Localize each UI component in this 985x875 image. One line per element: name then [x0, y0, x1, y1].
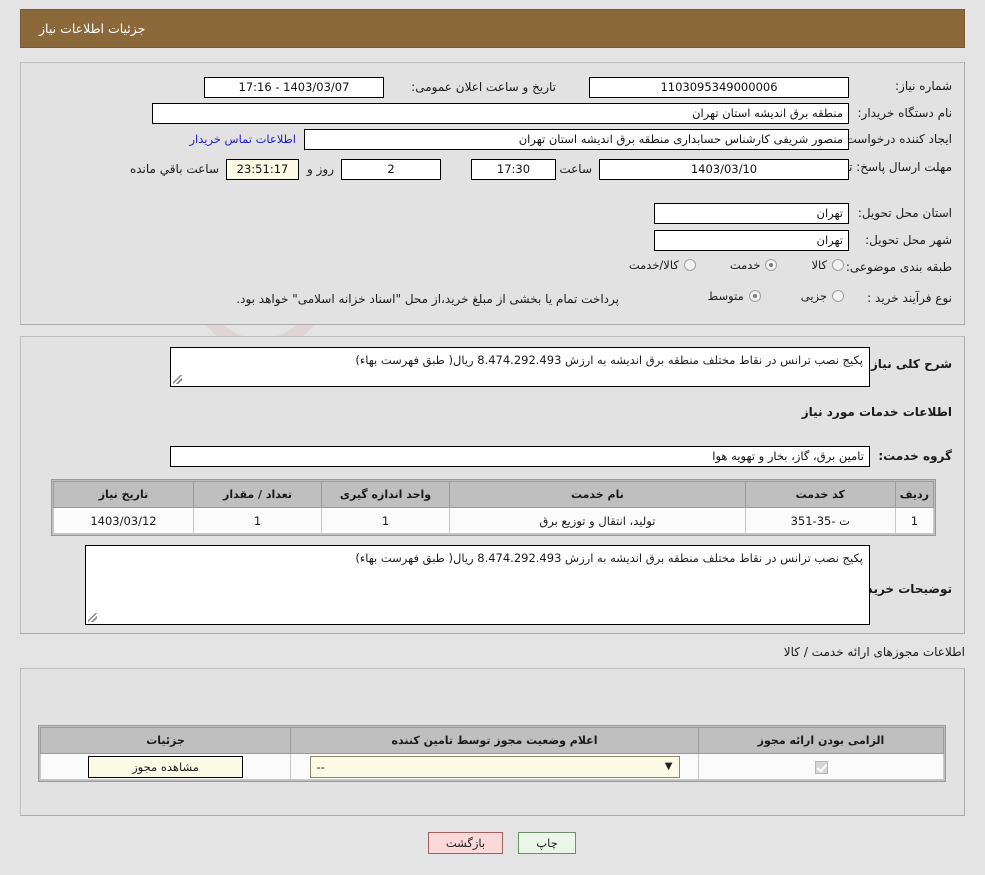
col-quantity: تعداد / مقدار — [193, 481, 322, 508]
radio-process-motavaset[interactable]: متوسط — [708, 289, 761, 303]
print-button[interactable]: چاپ — [518, 832, 576, 854]
radio-category-kala-khedmat[interactable]: کالا/خدمت — [629, 258, 696, 272]
radio-label: متوسط — [707, 289, 744, 303]
permit-status-select[interactable]: ▼ -- — [309, 755, 680, 778]
table-row: 1 ت -35-351 تولید، انتقال و توزیع برق 1 … — [53, 507, 935, 534]
deadline-date-field: 1403/03/10 — [599, 159, 849, 180]
city-field: تهران — [654, 230, 849, 251]
buyer-contact-link[interactable]: اطلاعات تماس خریدار — [189, 132, 296, 146]
page-root: جزئیات اطلاعات نیاز شماره نیاز: 11030953… — [0, 0, 985, 875]
requirement-details-panel: شرح کلی نیاز: پکیج نصب ترانس در نقاط مخت… — [20, 336, 965, 634]
chevron-down-icon: ▼ — [664, 760, 673, 772]
permits-table: الزامی بودن ارائه مجوز اعلام وضعیت مجوز … — [40, 727, 944, 780]
permits-table-wrap: الزامی بودن ارائه مجوز اعلام وضعیت مجوز … — [38, 725, 946, 782]
buyer-notes-textarea[interactable]: پکیج نصب ترانس در نقاط مختلف منطقه برق ا… — [85, 545, 870, 625]
summary-textarea[interactable]: پکیج نصب ترانس در نقاط مختلف منطقه برق ا… — [170, 347, 870, 387]
radio-label: خدمت — [729, 258, 761, 272]
process-label: نوع فرآیند خرید : — [867, 291, 952, 305]
col-unit: واحد اندازه گیری — [321, 481, 450, 508]
table-header-row: ردیف کد خدمت نام خدمت واحد اندازه گیری ت… — [53, 481, 935, 508]
permit-required-checkbox — [814, 760, 828, 774]
radio-category-khedmat[interactable]: خدمت — [730, 258, 778, 272]
cell-quantity: 1 — [193, 507, 322, 534]
process-note: پرداخت تمام یا بخشی از مبلغ خرید،از محل … — [236, 292, 619, 306]
view-permit-button[interactable]: مشاهده مجوز — [88, 755, 243, 778]
announce-date-field: 1403/03/07 - 17:16 — [204, 77, 384, 98]
table-header-row: الزامی بودن ارائه مجوز اعلام وضعیت مجوز … — [40, 727, 944, 754]
cell-service-name: تولید، انتقال و توزیع برق — [449, 507, 746, 534]
cell-unit: 1 — [321, 507, 450, 534]
col-permit-status: اعلام وضعیت مجوز توسط تامین کننده — [290, 727, 699, 754]
page-title: جزئیات اطلاعات نیاز — [39, 21, 146, 36]
col-need-date: تاریخ نیاز — [53, 481, 194, 508]
requester-label: ایجاد کننده درخواست: — [841, 132, 952, 146]
services-table: ردیف کد خدمت نام خدمت واحد اندازه گیری ت… — [53, 481, 935, 534]
radio-circle-icon — [832, 290, 844, 302]
table-row: ▼ -- مشاهده مجوز — [40, 753, 944, 780]
province-field: تهران — [654, 203, 849, 224]
city-label: شهر محل تحویل: — [865, 233, 952, 247]
cell-service-code: ت -35-351 — [744, 507, 896, 534]
province-label: استان محل تحویل: — [857, 206, 952, 220]
permits-section-label: اطلاعات مجوزهای ارائه خدمت / کالا — [783, 645, 965, 659]
category-label: طبقه بندی موضوعی: — [845, 260, 952, 274]
cell-permit-status: ▼ -- — [290, 753, 699, 780]
permit-status-value: -- — [316, 759, 325, 774]
need-info-panel: شماره نیاز: 1103095349000006 تاریخ و ساع… — [20, 62, 965, 325]
col-service-name: نام خدمت — [449, 481, 746, 508]
permits-panel: الزامی بودن ارائه مجوز اعلام وضعیت مجوز … — [20, 668, 965, 816]
days-word-label: روز و — [307, 162, 334, 176]
cell-permit-details: مشاهده مجوز — [40, 753, 291, 780]
cell-row-no: 1 — [894, 507, 935, 534]
radio-circle-selected-icon — [765, 259, 778, 271]
countdown-suffix-label: ساعت باقي مانده — [129, 162, 219, 176]
cell-permit-required — [698, 753, 944, 780]
deadline-hour-field: 17:30 — [471, 159, 556, 180]
days-left-field: 2 — [341, 159, 441, 180]
radio-label: کالا — [811, 258, 827, 272]
cell-need-date: 1403/03/12 — [53, 507, 194, 534]
need-number-field: 1103095349000006 — [589, 77, 849, 98]
need-number-label: شماره نیاز: — [895, 79, 952, 93]
requester-field: منصور شریفی کارشناس حسابداری منطقه برق ا… — [304, 129, 849, 150]
service-group-label: گروه خدمت: — [878, 449, 952, 463]
radio-circle-selected-icon — [748, 290, 761, 302]
col-permit-required: الزامی بودن ارائه مجوز — [698, 727, 944, 754]
radio-label: کالا/خدمت — [628, 258, 679, 272]
col-permit-details: جزئیات — [40, 727, 291, 754]
service-group-field: تامین برق، گاز، بخار و تهویه هوا — [170, 446, 870, 467]
radio-circle-icon — [683, 259, 696, 271]
col-service-code: کد خدمت — [744, 481, 896, 508]
process-radio-group: جزیی متوسط — [708, 289, 844, 303]
deadline-hour-label: ساعت — [559, 162, 592, 176]
buyer-org-field: منطقه برق اندیشه استان تهران — [152, 103, 849, 124]
radio-circle-icon — [832, 259, 844, 271]
category-radio-group: کالا خدمت کالا/خدمت — [629, 258, 844, 272]
deadline-label: مهلت ارسال پاسخ: تا تاریخ: — [813, 160, 952, 174]
radio-category-kala[interactable]: کالا — [811, 258, 844, 272]
countdown-field: 23:51:17 — [226, 159, 299, 180]
page-header: جزئیات اطلاعات نیاز — [20, 9, 965, 48]
summary-label: شرح کلی نیاز: — [866, 357, 952, 371]
need-number-group: شماره نیاز: — [895, 79, 952, 93]
col-row-no: ردیف — [894, 481, 935, 508]
announce-date-label: تاریخ و ساعت اعلان عمومی: — [411, 80, 556, 94]
services-table-wrap: ردیف کد خدمت نام خدمت واحد اندازه گیری ت… — [51, 479, 936, 536]
services-section-title: اطلاعات خدمات مورد نیاز — [801, 405, 952, 419]
buyer-org-label: نام دستگاه خریدار: — [857, 106, 953, 120]
radio-label: جزیی — [800, 289, 827, 303]
back-button[interactable]: بازگشت — [428, 832, 503, 854]
radio-process-jozee[interactable]: جزیی — [801, 289, 844, 303]
